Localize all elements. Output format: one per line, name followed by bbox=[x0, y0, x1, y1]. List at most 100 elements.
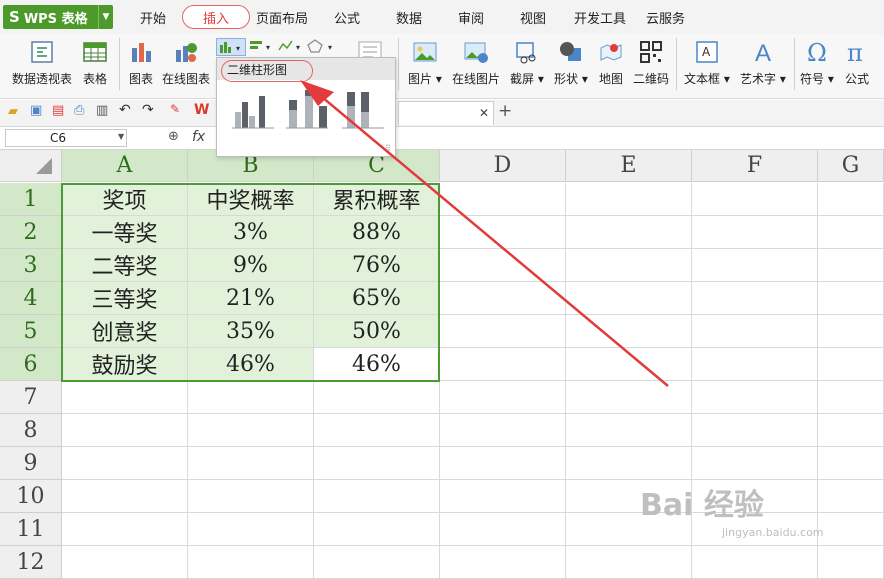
print-preview-icon[interactable]: ▥ bbox=[96, 103, 108, 118]
column-header[interactable]: E bbox=[566, 150, 692, 182]
column-chart-dropdown-button[interactable]: ▾ bbox=[216, 38, 246, 56]
online-chart-button[interactable]: 在线图表 bbox=[162, 40, 210, 87]
cell[interactable] bbox=[440, 447, 566, 480]
cell[interactable] bbox=[818, 249, 884, 282]
chevron-down-icon[interactable]: ▼ bbox=[118, 132, 124, 141]
cell[interactable] bbox=[188, 480, 314, 513]
cell[interactable] bbox=[566, 348, 692, 381]
cell[interactable] bbox=[188, 546, 314, 579]
qrcode-button[interactable]: 二维码 bbox=[633, 40, 669, 87]
new-tab-plus-icon[interactable]: + bbox=[498, 101, 512, 121]
cell[interactable] bbox=[62, 480, 188, 513]
cell[interactable] bbox=[440, 480, 566, 513]
select-all-corner[interactable] bbox=[0, 150, 62, 182]
textbox-button[interactable]: A 文本框 ▾ bbox=[684, 40, 730, 87]
pivot-table-button[interactable]: 数据透视表 bbox=[12, 40, 72, 87]
row-header[interactable]: 12 bbox=[0, 546, 62, 579]
tab-review[interactable]: 审阅 bbox=[458, 8, 484, 27]
cell[interactable] bbox=[818, 216, 884, 249]
cell[interactable] bbox=[692, 447, 818, 480]
export-pdf-icon[interactable]: ▤ bbox=[52, 103, 64, 118]
cell[interactable] bbox=[818, 381, 884, 414]
chart-button[interactable]: 图表 bbox=[128, 40, 154, 87]
shape-button[interactable]: 形状 ▾ bbox=[554, 40, 588, 87]
cell[interactable] bbox=[818, 183, 884, 216]
cell[interactable] bbox=[692, 546, 818, 579]
cell[interactable] bbox=[188, 414, 314, 447]
tab-formula[interactable]: 公式 bbox=[334, 8, 360, 27]
cell[interactable] bbox=[440, 249, 566, 282]
column-header[interactable]: A bbox=[62, 150, 188, 182]
row-header[interactable]: 4 bbox=[0, 282, 62, 315]
map-button[interactable]: 地图 bbox=[598, 40, 624, 87]
cell[interactable] bbox=[818, 348, 884, 381]
cell[interactable] bbox=[440, 183, 566, 216]
cell[interactable] bbox=[440, 513, 566, 546]
row-header[interactable]: 10 bbox=[0, 480, 62, 513]
cell[interactable] bbox=[566, 282, 692, 315]
cell[interactable] bbox=[566, 414, 692, 447]
table-button[interactable]: 表格 bbox=[82, 40, 108, 87]
document-tab[interactable]: ✕ bbox=[398, 101, 494, 125]
line-chart-dropdown-button[interactable]: ▾ bbox=[277, 38, 305, 56]
cell[interactable] bbox=[440, 348, 566, 381]
redo-icon[interactable]: ↷ bbox=[142, 102, 154, 118]
function-fx-icon[interactable]: fx bbox=[192, 129, 205, 145]
cell[interactable] bbox=[314, 480, 440, 513]
undo-icon[interactable]: ↶ bbox=[119, 102, 131, 118]
cell[interactable] bbox=[566, 249, 692, 282]
column-header[interactable]: G bbox=[818, 150, 884, 182]
cell[interactable] bbox=[566, 216, 692, 249]
tab-home[interactable]: 开始 bbox=[140, 8, 166, 27]
tab-view[interactable]: 视图 bbox=[520, 8, 546, 27]
tab-insert[interactable]: 插入 bbox=[182, 5, 250, 29]
cell[interactable] bbox=[818, 447, 884, 480]
bar-chart-dropdown-button[interactable]: ▾ bbox=[248, 38, 276, 56]
equation-button[interactable]: π 公式 bbox=[844, 40, 870, 87]
cell[interactable] bbox=[692, 381, 818, 414]
cell[interactable] bbox=[440, 216, 566, 249]
cell[interactable] bbox=[62, 546, 188, 579]
row-header[interactable]: 5 bbox=[0, 315, 62, 348]
cell[interactable] bbox=[314, 414, 440, 447]
cell[interactable] bbox=[62, 414, 188, 447]
stacked-column-thumbnail[interactable] bbox=[283, 88, 331, 132]
cell[interactable] bbox=[692, 348, 818, 381]
online-picture-button[interactable]: 在线图片 bbox=[452, 40, 500, 87]
screenshot-button[interactable]: 截屏 ▾ bbox=[510, 40, 544, 87]
save-icon[interactable]: ▣ bbox=[30, 103, 42, 118]
row-header[interactable]: 7 bbox=[0, 381, 62, 414]
cell[interactable] bbox=[692, 216, 818, 249]
row-header[interactable]: 9 bbox=[0, 447, 62, 480]
name-box[interactable]: C6 ▼ bbox=[5, 129, 127, 147]
tab-page-layout[interactable]: 页面布局 bbox=[256, 8, 308, 27]
cell[interactable] bbox=[440, 546, 566, 579]
cell[interactable] bbox=[818, 414, 884, 447]
cell[interactable] bbox=[440, 381, 566, 414]
cell[interactable] bbox=[566, 546, 692, 579]
wps-app-menu-button[interactable]: Ѕ WPS 表格 ▼ bbox=[3, 5, 113, 29]
row-header[interactable]: 8 bbox=[0, 414, 62, 447]
cell[interactable] bbox=[440, 315, 566, 348]
close-icon[interactable]: ✕ bbox=[479, 106, 489, 120]
clustered-column-thumbnail[interactable] bbox=[229, 88, 277, 132]
cell[interactable] bbox=[314, 546, 440, 579]
percent-stacked-column-thumbnail[interactable] bbox=[339, 88, 387, 132]
chevron-down-icon[interactable]: ▼ bbox=[98, 5, 113, 29]
cell[interactable] bbox=[440, 414, 566, 447]
column-header[interactable]: D bbox=[440, 150, 566, 182]
picture-button[interactable]: 图片 ▾ bbox=[408, 40, 442, 87]
row-header[interactable]: 2 bbox=[0, 216, 62, 249]
cell[interactable] bbox=[314, 513, 440, 546]
tab-cloud[interactable]: 云服务 bbox=[646, 8, 685, 27]
cell[interactable] bbox=[818, 546, 884, 579]
column-header[interactable]: F bbox=[692, 150, 818, 182]
cell[interactable] bbox=[188, 447, 314, 480]
cell[interactable] bbox=[818, 513, 884, 546]
tab-developer[interactable]: 开发工具 bbox=[574, 8, 626, 27]
symbol-button[interactable]: Ω 符号 ▾ bbox=[800, 40, 834, 87]
cell[interactable] bbox=[440, 282, 566, 315]
cell[interactable] bbox=[62, 513, 188, 546]
cell[interactable] bbox=[818, 282, 884, 315]
cell[interactable] bbox=[566, 183, 692, 216]
